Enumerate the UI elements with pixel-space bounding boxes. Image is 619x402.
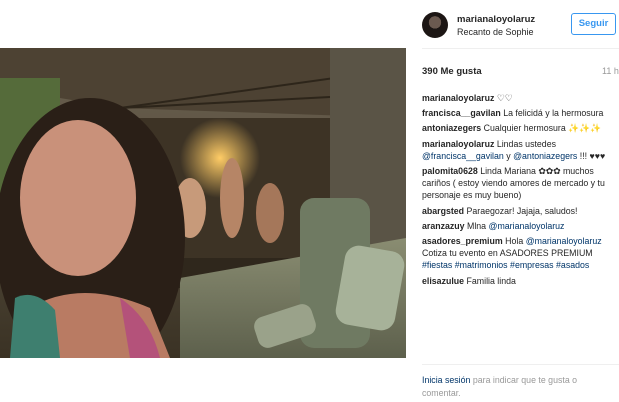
footer-divider (422, 364, 619, 365)
comment-text: ♡♡ (496, 93, 513, 103)
comment-user[interactable]: palomita0628 (422, 166, 478, 176)
comment-mention[interactable]: @francisca__gavilan (422, 151, 504, 161)
comment-text: !!! ♥♥♥ (579, 150, 606, 161)
comment-mention[interactable]: @marianaloyolaruz (489, 221, 565, 231)
comment-user[interactable]: francisca__gavilan (422, 108, 501, 118)
comment-text: y (506, 150, 511, 161)
comment-text: La felicidá y la hermosura (503, 108, 604, 119)
comment-user[interactable]: antoniazegers (422, 123, 481, 133)
comment-mention[interactable]: @antoniazegers (513, 151, 577, 161)
comments-list: marianaloyolaruz ♡♡ francisca__gavilan L… (422, 92, 618, 290)
comment-user[interactable]: elisazulue (422, 276, 464, 286)
list-item: marianaloyolaruz ♡♡ (422, 92, 618, 104)
post-location[interactable]: Recanto de Sophie (457, 27, 534, 37)
comment-text: Lindas ustedes (496, 138, 556, 149)
comment-text: Cualquier hermosura ✨✨✨ (483, 123, 602, 134)
post-panel: marianaloyolaruz Recanto de Sophie Segui… (406, 0, 619, 402)
comment-user[interactable]: aranzazuy (422, 221, 465, 231)
list-item: abargsted Paraegozar! Jajaja, saludos! (422, 205, 618, 217)
list-item: antoniazegers Cualquier hermosura ✨✨✨ (422, 122, 618, 134)
comment-mention[interactable]: @marianaloyolaruz (526, 236, 602, 246)
comment-hashtag[interactable]: #matrimonios (455, 260, 508, 270)
login-link[interactable]: Inicia sesión (422, 375, 470, 385)
login-prompt: Inicia sesión para indicar que te gusta … (422, 374, 612, 399)
header-divider (422, 48, 619, 49)
comment-text: Familia linda (466, 275, 516, 286)
comment-user[interactable]: abargsted (422, 206, 464, 216)
comment-user[interactable]: marianaloyolaruz (422, 139, 494, 149)
post-username[interactable]: marianaloyolaruz (457, 14, 535, 25)
list-item: palomita0628 Linda Mariana ✿✿✿ muchos ca… (422, 165, 618, 202)
avatar[interactable] (422, 12, 448, 38)
comment-text: Mlna (467, 220, 487, 231)
comment-hashtag[interactable]: #fiestas (422, 260, 452, 270)
comment-user[interactable]: marianaloyolaruz (422, 93, 494, 103)
follow-button[interactable]: Seguir (571, 13, 616, 35)
list-item: asadores_premium Hola @marianaloyolaruz … (422, 235, 618, 272)
list-item: marianaloyolaruz Lindas ustedes @francis… (422, 138, 618, 162)
comment-text: Paraegozar! Jajaja, saludos! (466, 205, 578, 216)
comment-text: Hola (505, 236, 524, 247)
post-time: 11 h (602, 66, 619, 76)
photo-image (0, 48, 406, 358)
list-item: elisazulue Familia linda (422, 275, 618, 287)
comment-hashtag[interactable]: #empresas (510, 260, 554, 270)
likes-count[interactable]: 390 Me gusta (422, 66, 482, 77)
comment-text: Cotiza tu evento en ASADORES PREMIUM (422, 248, 593, 259)
post-photo[interactable] (0, 48, 406, 358)
comment-hashtag[interactable]: #asados (556, 260, 589, 270)
list-item: francisca__gavilan La felicidá y la herm… (422, 107, 618, 119)
comment-user[interactable]: asadores_premium (422, 236, 503, 246)
list-item: aranzazuy Mlna @marianaloyolaruz (422, 220, 618, 232)
